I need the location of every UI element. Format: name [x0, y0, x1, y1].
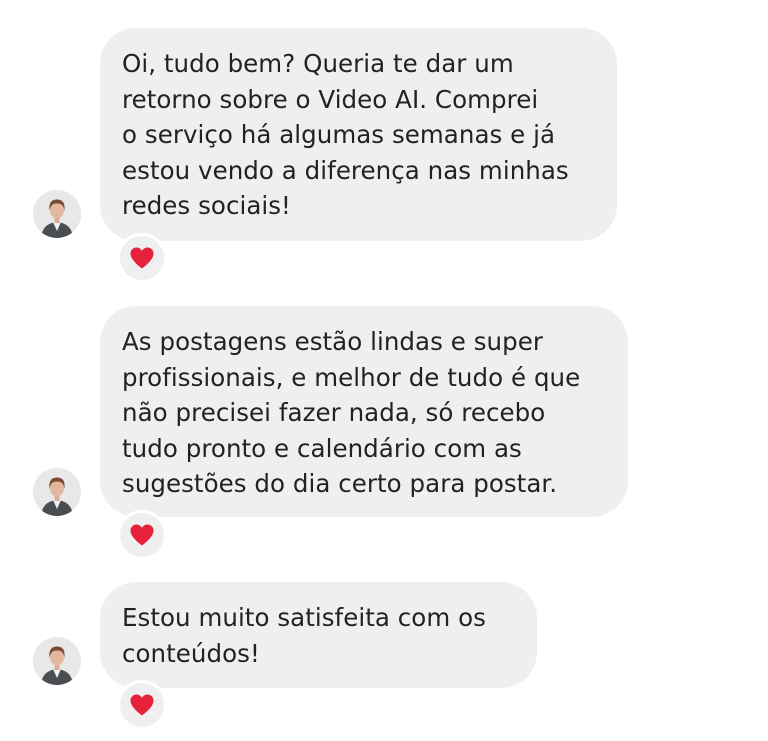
message-text-line: Estou muito satisfeita com os: [122, 603, 486, 632]
message-text-line: o serviço há algumas semanas e já: [122, 120, 556, 149]
message-text-line: profissionais, e melhor de tudo é que: [122, 362, 581, 392]
reaction-badge[interactable]: [117, 233, 167, 283]
user-avatar-icon: [33, 637, 81, 685]
message-text-line: conteúdos!: [122, 638, 260, 668]
message-bubble[interactable]: As postagens estão lindas e super profis…: [100, 306, 628, 517]
message-text-line: As postagens estão lindas e super: [122, 327, 543, 356]
user-avatar-icon: [33, 190, 81, 238]
avatar[interactable]: [33, 190, 81, 238]
message-text-line: tudo pronto e calendário com as: [122, 433, 522, 463]
user-avatar-icon: [33, 468, 81, 516]
message-text-line: redes sociais!: [122, 191, 291, 220]
message-bubble[interactable]: Estou muito satisfeita com os conteúdos!: [100, 582, 537, 688]
heart-icon: [130, 247, 154, 269]
heart-icon: [130, 524, 154, 546]
message-text-line: sugestões do dia certo para postar.: [122, 469, 558, 498]
reaction-badge[interactable]: [117, 680, 167, 730]
message-text-line: Oi, tudo bem? Queria te dar um: [122, 49, 514, 78]
heart-icon: [130, 694, 154, 716]
message-text-line: não precisei fazer nada, só recebo: [122, 398, 546, 427]
message-text-line: retorno sobre o Video AI. Comprei: [122, 84, 539, 114]
reaction-badge[interactable]: [117, 510, 167, 560]
message-text-line: estou vendo a diferença nas minhas: [122, 155, 569, 185]
message-bubble[interactable]: Oi, tudo bem? Queria te dar um retorno s…: [100, 28, 617, 241]
avatar[interactable]: [33, 637, 81, 685]
avatar[interactable]: [33, 468, 81, 516]
